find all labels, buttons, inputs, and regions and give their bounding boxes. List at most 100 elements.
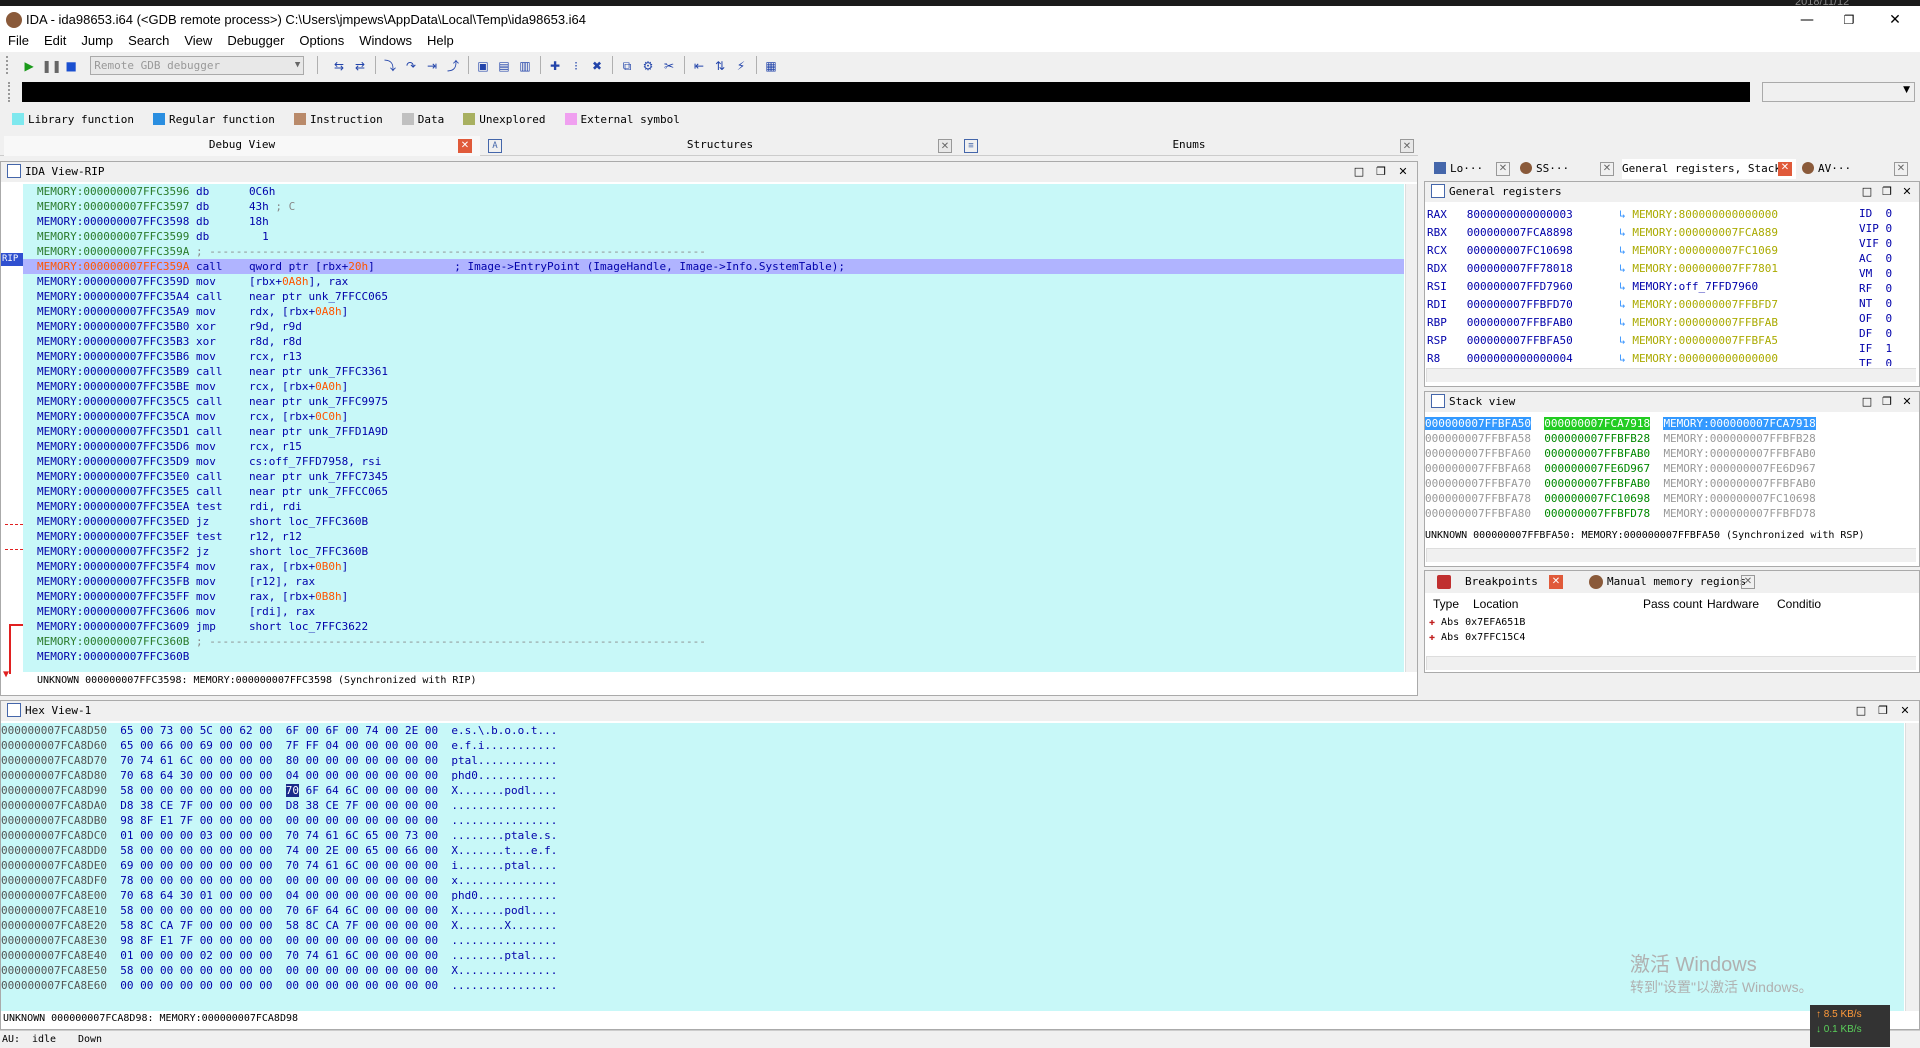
register-row[interactable]: RDI 000000007FFBFD70 ↳ MEMORY:000000007F… — [1425, 296, 1845, 314]
panel-float-icon[interactable]: □ — [1351, 164, 1367, 180]
disasm-line[interactable]: MEMORY:000000007FFC359D mov [rbx+0A8h], … — [23, 274, 1404, 289]
panel-float-icon[interactable]: □ — [1853, 703, 1869, 719]
hex-row[interactable]: 000000007FCA8D50 65 00 73 00 5C 00 62 00… — [1, 723, 1904, 738]
disasm-line[interactable]: MEMORY:000000007FFC35D9 mov cs:off_7FFD7… — [23, 454, 1404, 469]
panel-float-icon[interactable]: □ — [1859, 394, 1875, 410]
close-icon[interactable]: ✕ — [1549, 575, 1563, 589]
step-into-icon[interactable]: ⤵ — [381, 56, 400, 75]
flag-row[interactable]: RF 0 — [1859, 281, 1919, 296]
stack-row[interactable]: 000000007FFBFA50 000000007FCA7918 MEMORY… — [1425, 416, 1905, 431]
disasm-line[interactable]: MEMORY:000000007FFC360B — [23, 649, 1404, 664]
disasm-line[interactable]: MEMORY:000000007FFC35A9 mov rdx, [rbx+0A… — [23, 304, 1404, 319]
flag-row[interactable]: DF 0 — [1859, 326, 1919, 341]
panel-restore-icon[interactable]: ❐ — [1879, 394, 1895, 410]
right-tab-1[interactable]: SS··· ✕ — [1518, 159, 1618, 179]
breakpoint-row[interactable]: ✚ Abs 0x7FFC15C4 — [1429, 630, 1919, 645]
hex-row[interactable]: 000000007FCA8DF0 78 00 00 00 00 00 00 00… — [1, 873, 1904, 888]
disasm-line[interactable]: MEMORY:000000007FFC3606 mov [rdi], rax — [23, 604, 1404, 619]
stack-row[interactable]: 000000007FFBFA58 000000007FFBFB28 MEMORY… — [1425, 431, 1905, 446]
hex-row[interactable]: 000000007FCA8DD0 58 00 00 00 00 00 00 00… — [1, 843, 1904, 858]
trace-icon[interactable]: ⧉ — [618, 56, 637, 75]
disasm-line[interactable]: MEMORY:000000007FFC35D1 call near ptr un… — [23, 424, 1404, 439]
menu-help[interactable]: Help — [419, 32, 461, 48]
disasm-line[interactable]: MEMORY:000000007FFC360B ; --------------… — [23, 634, 1404, 649]
ida-view-scrollbar[interactable] — [1405, 184, 1417, 672]
disasm-line[interactable]: MEMORY:000000007FFC35B6 mov rcx, r13 — [23, 349, 1404, 364]
menu-options[interactable]: Options — [291, 32, 351, 48]
disasm-line[interactable]: MEMORY:000000007FFC35ED jz short loc_7FF… — [23, 514, 1404, 529]
hex-row[interactable]: 000000007FCA8D70 70 74 61 6C 00 00 00 00… — [1, 753, 1904, 768]
breakpoints-hscroll[interactable] — [1426, 656, 1916, 670]
register-row[interactable]: RAX 8000000000000003 ↳ MEMORY:8000000000… — [1425, 206, 1845, 224]
disasm-line[interactable]: MEMORY:000000007FFC359A call qword ptr [… — [23, 259, 1404, 274]
register-row[interactable]: RSP 000000007FFBFA50 ↳ MEMORY:000000007F… — [1425, 332, 1845, 350]
disasm-line[interactable]: MEMORY:000000007FFC35D6 mov rcx, r15 — [23, 439, 1404, 454]
tab-breakpoints[interactable]: Breakpoints — [1465, 571, 1538, 593]
play-icon[interactable]: ▶ — [20, 56, 39, 75]
sort-icon[interactable]: ⇅ — [711, 56, 730, 75]
hex-row[interactable]: 000000007FCA8E10 58 00 00 00 00 00 00 00… — [1, 903, 1904, 918]
disasm-line[interactable]: MEMORY:000000007FFC35BE mov rcx, [rbx+0A… — [23, 379, 1404, 394]
flag-row[interactable]: VM 0 — [1859, 266, 1919, 281]
hex-cursor[interactable]: 70 — [285, 784, 300, 797]
tab-structures[interactable]: A Structures ✕ — [484, 136, 956, 156]
tab-debug-view[interactable]: Debug View ✕ — [4, 136, 480, 156]
bp-column-pass-count[interactable]: Pass count — [1643, 597, 1702, 611]
flag-row[interactable]: AC 0 — [1859, 251, 1919, 266]
hex-row[interactable]: 000000007FCA8E40 01 00 00 00 02 00 00 00… — [1, 948, 1904, 963]
disasm-line[interactable]: MEMORY:000000007FFC35FF mov rax, [rbx+0B… — [23, 589, 1404, 604]
window-icon[interactable]: ▦ — [762, 56, 781, 75]
disasm-line[interactable]: MEMORY:000000007FFC3598 db 18h — [23, 214, 1404, 229]
register-row[interactable]: R8 0000000000000004 ↳ MEMORY:00000000000… — [1425, 350, 1845, 366]
panel-restore-icon[interactable]: ❐ — [1875, 703, 1891, 719]
panel-restore-icon[interactable]: ❐ — [1879, 184, 1895, 200]
stack-row[interactable]: 000000007FFBFA70 000000007FFBFAB0 MEMORY… — [1425, 476, 1905, 491]
module-list-icon[interactable]: ▥ — [516, 56, 535, 75]
clear-trace-icon[interactable]: ✂ — [660, 56, 679, 75]
disasm-line[interactable]: MEMORY:000000007FFC35EF test r12, r12 — [23, 529, 1404, 544]
disasm-line[interactable]: MEMORY:000000007FFC35B3 xor r8d, r8d — [23, 334, 1404, 349]
panel-close-icon[interactable]: ✕ — [1897, 703, 1913, 719]
panel-close-icon[interactable]: ✕ — [1899, 184, 1915, 200]
minimize-button[interactable]: — — [1784, 6, 1830, 34]
stack-row[interactable]: 000000007FFBFA68 000000007FE6D967 MEMORY… — [1425, 461, 1905, 476]
tracing-options-icon[interactable]: ⚙ — [639, 56, 658, 75]
stack-row[interactable]: 000000007FFBFA80 000000007FFBFD78 MEMORY… — [1425, 506, 1905, 521]
menu-search[interactable]: Search — [120, 32, 176, 48]
panel-float-icon[interactable]: □ — [1859, 184, 1875, 200]
register-row[interactable]: RCX 000000007FC10698 ↳ MEMORY:000000007F… — [1425, 242, 1845, 260]
stop-icon[interactable]: ■ — [62, 56, 81, 75]
hex-row[interactable]: 000000007FCA8E60 00 00 00 00 00 00 00 00… — [1, 978, 1904, 993]
breakpoints-list[interactable]: ✚ Abs 0x7EFA651B ✚ Abs 0x7FFC15C4 — [1429, 615, 1919, 655]
close-icon[interactable]: ✕ — [1894, 162, 1908, 176]
hex-row[interactable]: 000000007FCA8DE0 69 00 00 00 00 00 00 00… — [1, 858, 1904, 873]
step-over-icon[interactable]: ↷ — [402, 56, 421, 75]
panel-close-icon[interactable]: ✕ — [1395, 164, 1411, 180]
panel-close-icon[interactable]: ✕ — [1899, 394, 1915, 410]
pause-icon[interactable]: ❚❚ — [41, 56, 62, 75]
registers-hscroll[interactable] — [1426, 368, 1916, 382]
disasm-line[interactable]: MEMORY:000000007FFC35C5 call near ptr un… — [23, 394, 1404, 409]
flag-row[interactable]: VIF 0 — [1859, 236, 1919, 251]
register-row[interactable]: RDX 000000007FF78018 ↳ MEMORY:000000007F… — [1425, 260, 1845, 278]
run-to-cursor-icon[interactable]: ⇥ — [423, 56, 442, 75]
breakpoint-list-icon[interactable]: ⁝ — [567, 56, 586, 75]
disasm-line[interactable]: MEMORY:000000007FFC3599 db 1 — [23, 229, 1404, 244]
hex-row[interactable]: 000000007FCA8D60 65 00 66 00 69 00 00 00… — [1, 738, 1904, 753]
disasm-line[interactable]: MEMORY:000000007FFC35B9 call near ptr un… — [23, 364, 1404, 379]
close-icon[interactable]: ✕ — [458, 139, 472, 153]
hex-row[interactable]: 000000007FCA8D80 70 68 64 30 00 00 00 00… — [1, 768, 1904, 783]
disasm-line[interactable]: MEMORY:000000007FFC35FB mov [r12], rax — [23, 574, 1404, 589]
disasm-line[interactable]: MEMORY:000000007FFC35EA test rdi, rdi — [23, 499, 1404, 514]
debugger-select[interactable]: Remote GDB debugger ▼ — [90, 56, 305, 75]
nav-band-grip[interactable] — [8, 82, 18, 102]
disasm-line[interactable]: MEMORY:000000007FFC35A4 call near ptr un… — [23, 289, 1404, 304]
tab-enums[interactable]: ≡ Enums ✕ — [960, 136, 1418, 156]
detach-icon[interactable]: ⇄ — [351, 56, 370, 75]
stack-row[interactable]: 000000007FFBFA60 000000007FFBFAB0 MEMORY… — [1425, 446, 1905, 461]
menu-edit[interactable]: Edit — [36, 32, 73, 48]
flag-row[interactable]: VIP 0 — [1859, 221, 1919, 236]
right-tab-0[interactable]: Lo··· ✕ — [1432, 159, 1514, 179]
disasm-line[interactable]: MEMORY:000000007FFC35F2 jz short loc_7FF… — [23, 544, 1404, 559]
nav-band-select[interactable]: ▼ — [1762, 82, 1915, 102]
